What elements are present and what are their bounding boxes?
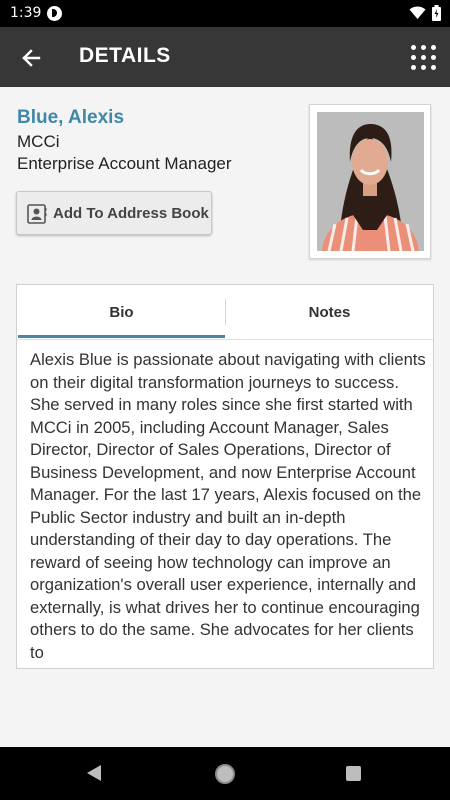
page-title: DETAILS bbox=[79, 44, 171, 67]
app-notification-icon bbox=[47, 6, 62, 21]
system-nav-bar bbox=[0, 747, 450, 800]
grid-menu-button[interactable] bbox=[407, 41, 441, 75]
arrow-left-icon bbox=[22, 49, 41, 67]
contact-photo bbox=[317, 112, 424, 251]
contact-company: MCCi bbox=[17, 132, 60, 151]
status-bar: 1:39 bbox=[0, 0, 450, 27]
wifi-icon bbox=[409, 6, 426, 19]
nav-back-icon[interactable] bbox=[85, 764, 103, 782]
bio-notes-panel: Bio Notes Alexis Blue is passionate abou… bbox=[16, 284, 434, 669]
add-to-address-book-button[interactable]: Add To Address Book bbox=[16, 191, 212, 235]
nav-recents-icon[interactable] bbox=[346, 766, 361, 781]
app-bar: DETAILS bbox=[0, 27, 450, 87]
contact-job-title: Enterprise Account Manager bbox=[17, 154, 232, 173]
tab-notes[interactable]: Notes bbox=[226, 285, 433, 339]
tab-bar-divider bbox=[17, 339, 433, 340]
nav-home-icon[interactable] bbox=[215, 764, 235, 784]
back-button[interactable] bbox=[14, 41, 48, 75]
battery-icon bbox=[432, 5, 441, 21]
add-to-address-book-label: Add To Address Book bbox=[53, 205, 209, 222]
tab-bio[interactable]: Bio bbox=[17, 285, 226, 339]
tab-selected-indicator bbox=[18, 335, 225, 338]
contact-card-icon bbox=[27, 204, 47, 224]
status-time: 1:39 bbox=[10, 5, 42, 21]
contact-name: Blue, Alexis bbox=[17, 107, 125, 128]
bio-text[interactable]: Alexis Blue is passionate about navigati… bbox=[30, 349, 426, 663]
contact-photo-frame bbox=[309, 104, 431, 259]
